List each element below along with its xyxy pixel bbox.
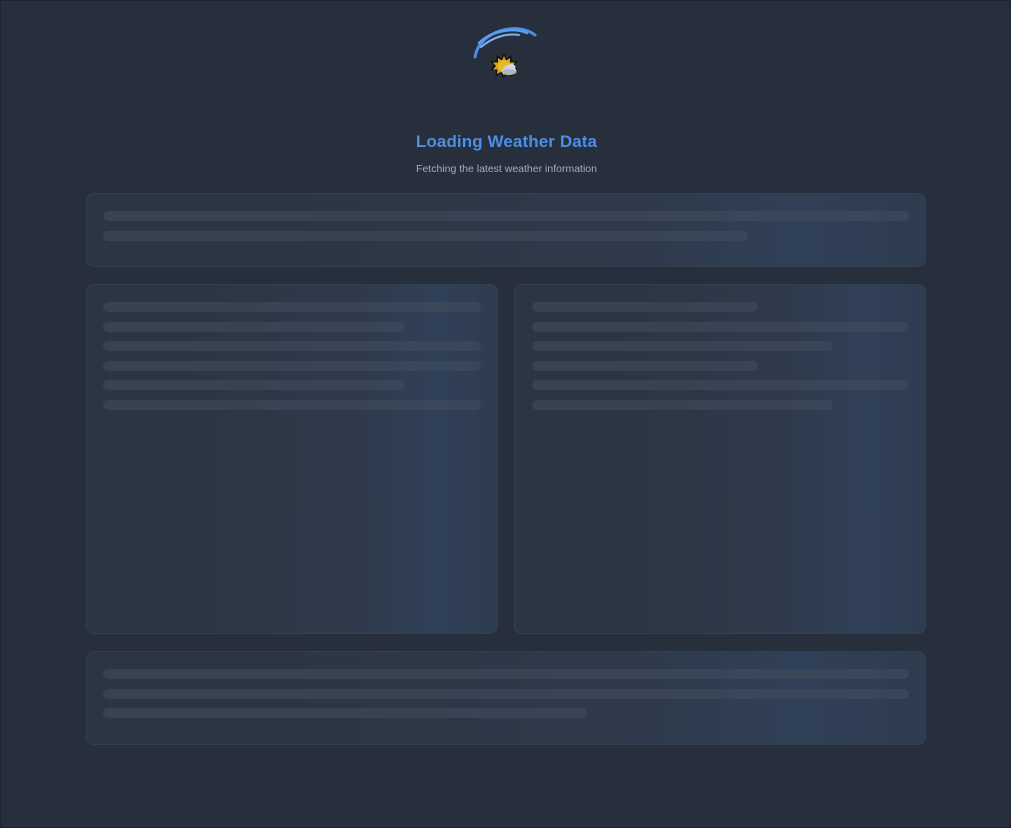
- skeleton-line: [532, 361, 758, 371]
- skeleton-line: [103, 322, 405, 332]
- skeleton-line: [103, 689, 909, 699]
- skeleton-line: [103, 708, 587, 718]
- skeleton-line: [103, 231, 748, 241]
- skeleton-line: [532, 400, 833, 410]
- loading-subtitle: Fetching the latest weather information: [416, 163, 597, 175]
- skeleton-line: [103, 380, 405, 390]
- skeleton-line: [103, 211, 909, 221]
- skeleton-line: [103, 302, 481, 312]
- skeleton-line: [532, 302, 758, 312]
- skeleton-line: [103, 400, 481, 410]
- skeleton-card-right: [514, 284, 926, 634]
- loading-spinner: [473, 21, 539, 85]
- skeleton-line: [532, 380, 909, 390]
- skeleton-line: [532, 322, 909, 332]
- skeleton-card-summary: [86, 193, 926, 267]
- loading-screen: Loading Weather Data Fetching the latest…: [0, 0, 1011, 828]
- skeleton-line: [103, 361, 481, 371]
- skeleton-line: [103, 669, 909, 679]
- skeleton-line: [103, 341, 481, 351]
- skeleton-card-footer: [86, 651, 926, 745]
- sun-behind-cloud-icon: [490, 53, 518, 79]
- loading-title: Loading Weather Data: [415, 132, 598, 151]
- skeleton-card-left: [86, 284, 498, 634]
- skeleton-line: [532, 341, 833, 351]
